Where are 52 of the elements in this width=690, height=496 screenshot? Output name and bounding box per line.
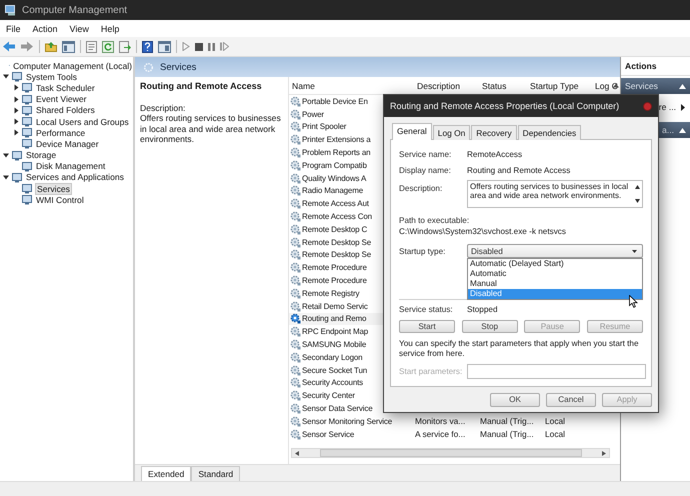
table-cell: Portable Device En [302, 96, 368, 106]
table-cell: Remote Desktop Se [302, 238, 372, 247]
table-cell: Sensor Monitoring Service [302, 416, 392, 426]
field-value: Routing and Remote Access [467, 166, 570, 174]
table-cell-text: A service fo... [414, 429, 466, 440]
hint-text: You can specify the start parameters that apply when you start the service from here. [399, 339, 640, 359]
table-cell: Secure Socket Tun [302, 366, 368, 375]
field-label: Description: [399, 183, 444, 193]
table-cell: Radio Manageme [302, 186, 364, 196]
service-description: Offers routing services to businesses in local area and wide area network environments. [140, 113, 282, 144]
table-cell: Retail Demo Servic [302, 302, 368, 311]
table-cell: Power [302, 110, 324, 119]
table-cell: Security Accounts [302, 378, 364, 388]
field-label: Service name: [399, 150, 452, 158]
field-value: RemoteAccess [467, 150, 522, 158]
service-title: Routing and Remote Access [140, 81, 263, 91]
window-title: Computer Management [22, 4, 128, 16]
table-cell: Remote Registry [302, 288, 360, 298]
table-cell: Program Compatib [302, 160, 367, 170]
table-cell: Remote Desktop C [302, 224, 368, 234]
field-label: Display name: [399, 166, 452, 174]
table-cell: Sensor Data Service [302, 404, 373, 414]
table-cell: Remote Access Con [302, 212, 372, 222]
table-cell-text: Manual (Trig... [479, 429, 535, 440]
table-cell: Quality Windows A [302, 174, 366, 183]
table-cell: Secondary Logon [302, 352, 362, 362]
table-cell-text: Monitors va... [414, 416, 466, 426]
field-label: Service status: [399, 304, 454, 314]
table-cell-text: Local [544, 416, 566, 426]
field-label: Startup type: [399, 246, 446, 256]
table-cell-text: Local [544, 429, 566, 440]
actions-title: Actions [621, 57, 690, 76]
table-cell: Print Spooler [302, 122, 346, 132]
table-cell: Remote Access Aut [302, 199, 369, 208]
table-cell: RPC Endpoint Map [302, 327, 368, 336]
dialog-title: Routing and Remote Access Properties (Local Computer) [390, 101, 620, 111]
field-value: Stopped [467, 304, 498, 314]
table-cell: Sensor Service [302, 430, 354, 439]
field-label: Start parameters: [399, 367, 464, 376]
table-cell-text: Manual (Trig... [479, 416, 535, 426]
table-cell: Security Center [302, 391, 355, 400]
table-cell: Remote Procedure [302, 276, 367, 286]
table-cell: Remote Procedure [302, 263, 367, 272]
table-cell: Remote Desktop Se [302, 250, 372, 260]
services-title: Services [160, 62, 196, 72]
field-label: Path to executable: [399, 216, 470, 225]
table-cell: Routing and Remo [302, 314, 366, 324]
table-cell: Problem Reports an [302, 148, 370, 158]
table-cell: Printer Extensions a [302, 135, 371, 144]
description-label: Description: [140, 103, 186, 114]
field-value: C:\Windows\System32\svchost.exe -k netsvcs [399, 227, 567, 236]
table-cell: SAMSUNG Mobile [302, 340, 366, 350]
